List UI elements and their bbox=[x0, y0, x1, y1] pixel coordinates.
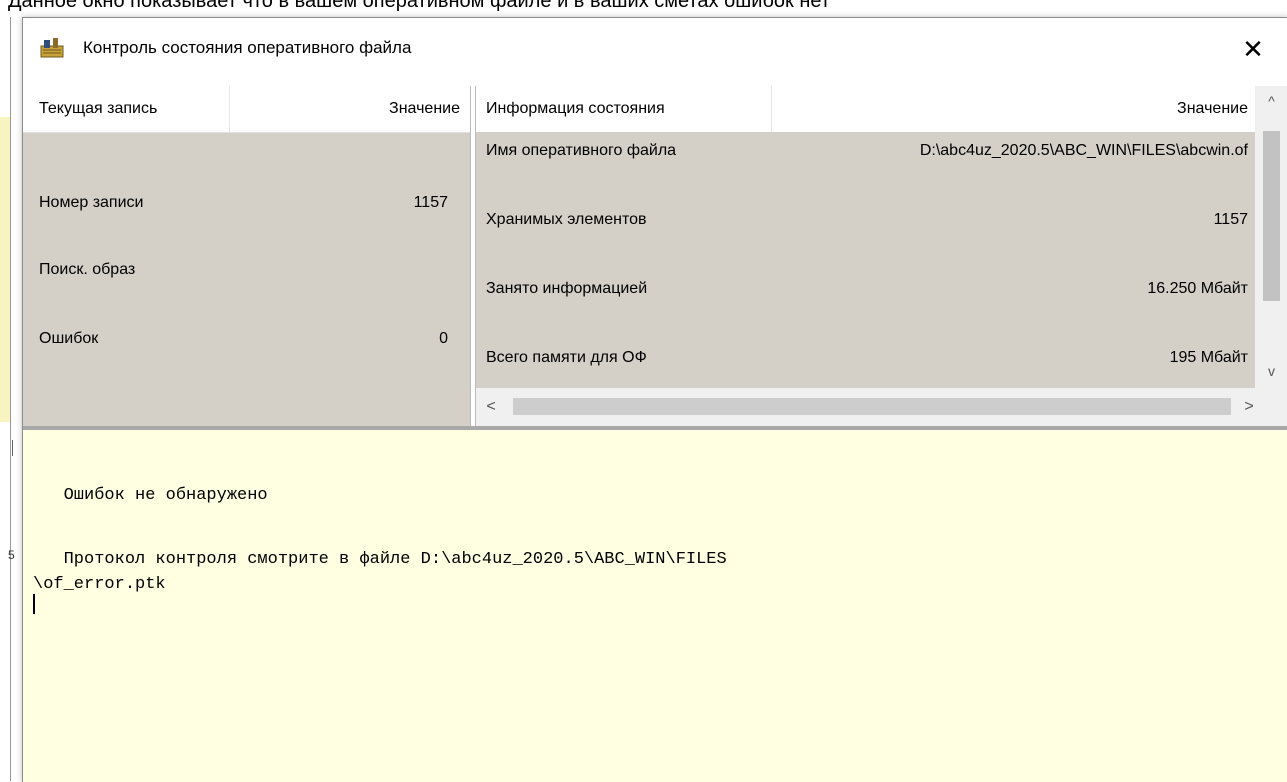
window-title: Контроль состояния оперативного файла bbox=[83, 38, 412, 57]
close-button[interactable]: ✕ bbox=[1229, 29, 1277, 69]
log-line: Ошибок не обнаружено bbox=[33, 486, 268, 505]
header-value[interactable]: Значение bbox=[230, 86, 460, 132]
header-current-record[interactable]: Текущая запись bbox=[39, 86, 229, 132]
scroll-right-icon[interactable]: > bbox=[1234, 388, 1264, 426]
vertical-scrollbar[interactable]: ^ v bbox=[1255, 86, 1287, 388]
row-value-record-number: 1157 bbox=[413, 194, 448, 211]
row-value-errors: 0 bbox=[439, 330, 448, 347]
row-value-total-memory: 195 Мбайт bbox=[1169, 349, 1248, 366]
background-yellow-strip bbox=[0, 117, 10, 422]
row-label-file-name: Имя оперативного файла bbox=[486, 142, 677, 159]
app-tool-icon bbox=[40, 38, 64, 58]
state-info-table: Информация состояния Значение Имя операт… bbox=[476, 86, 1287, 426]
close-icon: ✕ bbox=[1242, 33, 1264, 64]
row-label-errors: Ошибок bbox=[39, 330, 99, 347]
vertical-scroll-thumb[interactable] bbox=[1263, 131, 1280, 301]
text-caret bbox=[33, 594, 35, 614]
scroll-up-icon[interactable]: ^ bbox=[1255, 86, 1287, 116]
row-label-search-image: Поиск. образ bbox=[39, 261, 136, 278]
titlebar[interactable]: Контроль состояния оперативного файла ✕ bbox=[23, 18, 1287, 82]
log-line: Протокол контроля смотрите в файле D:\ab… bbox=[33, 550, 727, 569]
row-label-total-memory: Всего памяти для ОФ bbox=[486, 349, 647, 366]
current-record-header: Текущая запись Значение bbox=[23, 86, 470, 133]
row-value-used-space: 16.250 Мбайт bbox=[1147, 280, 1248, 297]
row-label-stored-elements: Хранимых элементов bbox=[486, 211, 647, 228]
control-dialog: Контроль состояния оперативного файла ✕ … bbox=[22, 17, 1287, 782]
background-bar bbox=[12, 440, 13, 456]
horizontal-scroll-thumb[interactable] bbox=[513, 398, 1231, 415]
log-textarea[interactable]: Ошибок не обнаружено Протокол контроля с… bbox=[23, 430, 1287, 782]
row-label-record-number: Номер записи bbox=[39, 194, 144, 211]
background-side-letter: 5 bbox=[8, 548, 15, 562]
background-window-edge bbox=[0, 17, 11, 781]
background-edge-line bbox=[10, 17, 11, 781]
row-label-used-space: Занято информацией bbox=[486, 280, 648, 297]
current-record-table: Текущая запись Значение Номер записи 115… bbox=[23, 86, 470, 426]
row-value-stored-elements: 1157 bbox=[1213, 211, 1248, 228]
state-info-header: Информация состояния Значение bbox=[476, 86, 1255, 132]
background-caption: Данное окно показывает что в вашем опера… bbox=[8, 0, 830, 12]
row-value-file-name: D:\abc4uz_2020.5\ABC_WIN\FILES\abcwin.of bbox=[919, 142, 1248, 159]
scroll-left-icon[interactable]: < bbox=[476, 388, 506, 426]
header-value[interactable]: Значение bbox=[772, 86, 1248, 132]
scroll-down-icon[interactable]: v bbox=[1255, 356, 1287, 386]
log-line: \of_error.ptk bbox=[33, 575, 166, 594]
header-state-info[interactable]: Информация состояния bbox=[486, 86, 771, 132]
horizontal-scrollbar[interactable]: < > bbox=[476, 388, 1287, 426]
